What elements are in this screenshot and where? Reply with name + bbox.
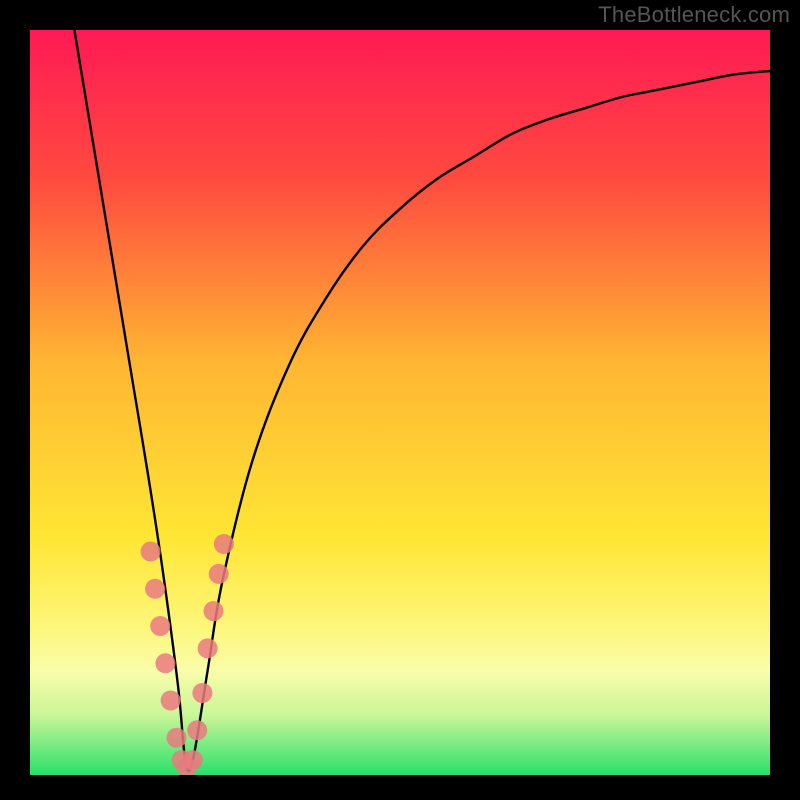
- highlight-dot: [183, 750, 203, 770]
- plot-area: [30, 30, 770, 775]
- highlight-dot: [141, 542, 161, 562]
- gradient-background: [30, 30, 770, 775]
- highlight-dot: [161, 691, 181, 711]
- highlight-dot: [145, 579, 165, 599]
- highlight-dot: [204, 601, 224, 621]
- highlight-dot: [214, 534, 234, 554]
- highlight-dot: [187, 720, 207, 740]
- chart-frame: TheBottleneck.com: [0, 0, 800, 800]
- watermark-text: TheBottleneck.com: [598, 2, 790, 28]
- highlight-dot: [198, 638, 218, 658]
- highlight-dot: [167, 728, 187, 748]
- highlight-dot: [192, 683, 212, 703]
- highlight-dot: [155, 653, 175, 673]
- chart-svg: [30, 30, 770, 775]
- highlight-dot: [150, 616, 170, 636]
- highlight-dot: [209, 564, 229, 584]
